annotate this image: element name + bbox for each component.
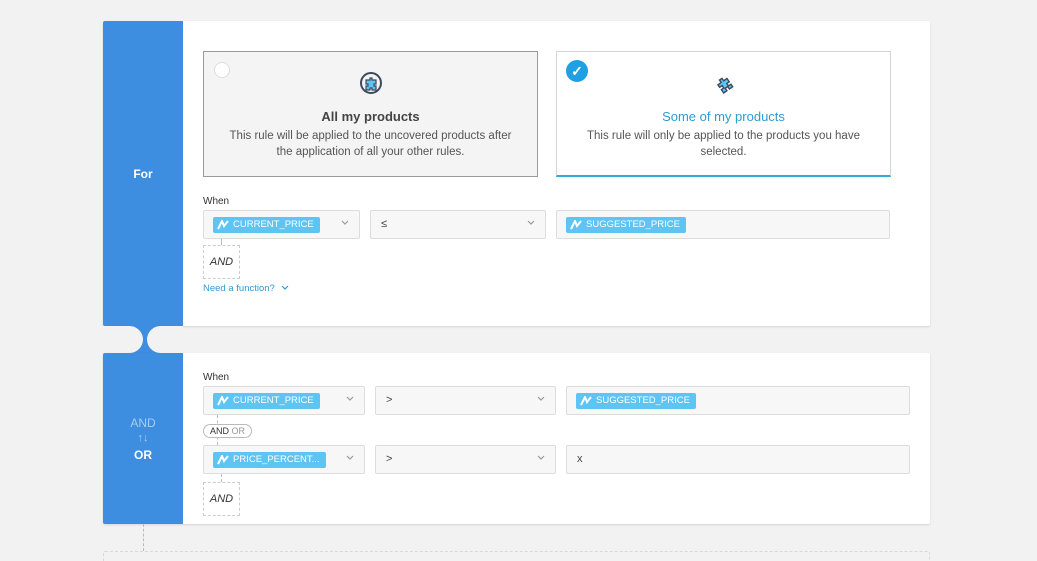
operator-select[interactable]: ≤ xyxy=(370,210,546,239)
chevron-down-icon[interactable] xyxy=(537,395,545,403)
connector-notch-left xyxy=(103,326,143,353)
next-rule-card[interactable] xyxy=(103,551,930,561)
option-title: Some of my products xyxy=(662,109,785,124)
option-description: This rule will be applied to the uncover… xyxy=(229,130,512,158)
value-tag-label: SUGGESTED_PRICE xyxy=(586,219,680,230)
or-rule-card: AND ↑↓ OR When CURRENT_PRICE > SUGGESTED… xyxy=(103,353,930,524)
add-and-button[interactable]: AND xyxy=(203,245,240,279)
field-tag-label: PRICE_PERCENT... xyxy=(233,454,320,465)
operator-value: > xyxy=(386,394,393,406)
for-side-panel: For xyxy=(103,21,183,326)
chevron-down-icon[interactable] xyxy=(537,454,545,462)
when-label: When xyxy=(203,196,230,207)
operator-select[interactable]: > xyxy=(375,445,556,474)
option-description: This rule will only be applied to the pr… xyxy=(587,130,860,158)
puzzle-circle-icon xyxy=(359,72,382,94)
value-text: x xyxy=(577,453,583,465)
variable-icon xyxy=(570,220,582,230)
check-selected-icon: ✓ xyxy=(566,60,588,82)
value-field[interactable]: SUGGESTED_PRICE xyxy=(556,210,890,239)
need-function-link[interactable]: Need a function? xyxy=(203,283,289,294)
field-select[interactable]: CURRENT_PRICE xyxy=(203,210,360,239)
value-tag: SUGGESTED_PRICE xyxy=(566,217,686,233)
chevron-down-icon[interactable] xyxy=(527,219,535,227)
variable-icon xyxy=(217,455,229,465)
option-all-products[interactable]: All my products This rule will be applie… xyxy=(203,51,538,177)
field-select[interactable]: PRICE_PERCENT... xyxy=(203,445,365,474)
need-function-text: Need a function? xyxy=(203,283,275,294)
card-connector xyxy=(103,326,183,353)
connector-line xyxy=(143,524,144,551)
connector-line xyxy=(221,474,222,482)
add-and-button[interactable]: AND xyxy=(203,482,240,516)
side-or-label[interactable]: OR xyxy=(134,448,152,462)
for-rule-card: For All my products This rule will be ap… xyxy=(103,21,930,326)
pill-and[interactable]: AND xyxy=(210,426,229,436)
operator-select[interactable]: > xyxy=(375,386,556,415)
option-title: All my products xyxy=(321,109,420,124)
value-field[interactable]: SUGGESTED_PRICE xyxy=(566,386,910,415)
when-label: When xyxy=(203,372,230,383)
field-select[interactable]: CURRENT_PRICE xyxy=(203,386,365,415)
connector-notch-right xyxy=(147,326,183,353)
variable-icon xyxy=(217,396,229,406)
side-and-label[interactable]: AND xyxy=(130,416,155,430)
operator-value: ≤ xyxy=(381,218,388,230)
field-tag-label: CURRENT_PRICE xyxy=(233,395,314,406)
puzzle-piece-icon xyxy=(716,77,734,94)
field-tag-label: CURRENT_PRICE xyxy=(233,219,314,230)
swap-arrows-icon: ↑↓ xyxy=(137,431,149,444)
for-label: For xyxy=(133,166,153,181)
radio-unselected-icon[interactable] xyxy=(214,62,230,78)
option-some-products[interactable]: ✓ Some of my products This rule will onl… xyxy=(556,51,891,177)
operator-value: > xyxy=(386,453,393,465)
field-tag: PRICE_PERCENT... xyxy=(213,452,326,468)
value-input[interactable]: x xyxy=(566,445,910,474)
value-tag: SUGGESTED_PRICE xyxy=(576,393,696,409)
and-or-toggle[interactable]: AND ↑↓ OR xyxy=(103,353,183,524)
variable-icon xyxy=(217,220,229,230)
pill-or[interactable]: OR xyxy=(232,426,246,436)
chevron-down-icon[interactable] xyxy=(341,219,349,227)
field-tag: CURRENT_PRICE xyxy=(213,217,320,233)
value-tag-label: SUGGESTED_PRICE xyxy=(596,395,690,406)
and-or-pill[interactable]: AND OR xyxy=(203,424,253,438)
chevron-down-icon[interactable] xyxy=(346,454,354,462)
chevron-down-icon[interactable] xyxy=(346,395,354,403)
variable-icon xyxy=(580,396,592,406)
field-tag: CURRENT_PRICE xyxy=(213,393,320,409)
chevron-down-icon xyxy=(282,286,289,291)
